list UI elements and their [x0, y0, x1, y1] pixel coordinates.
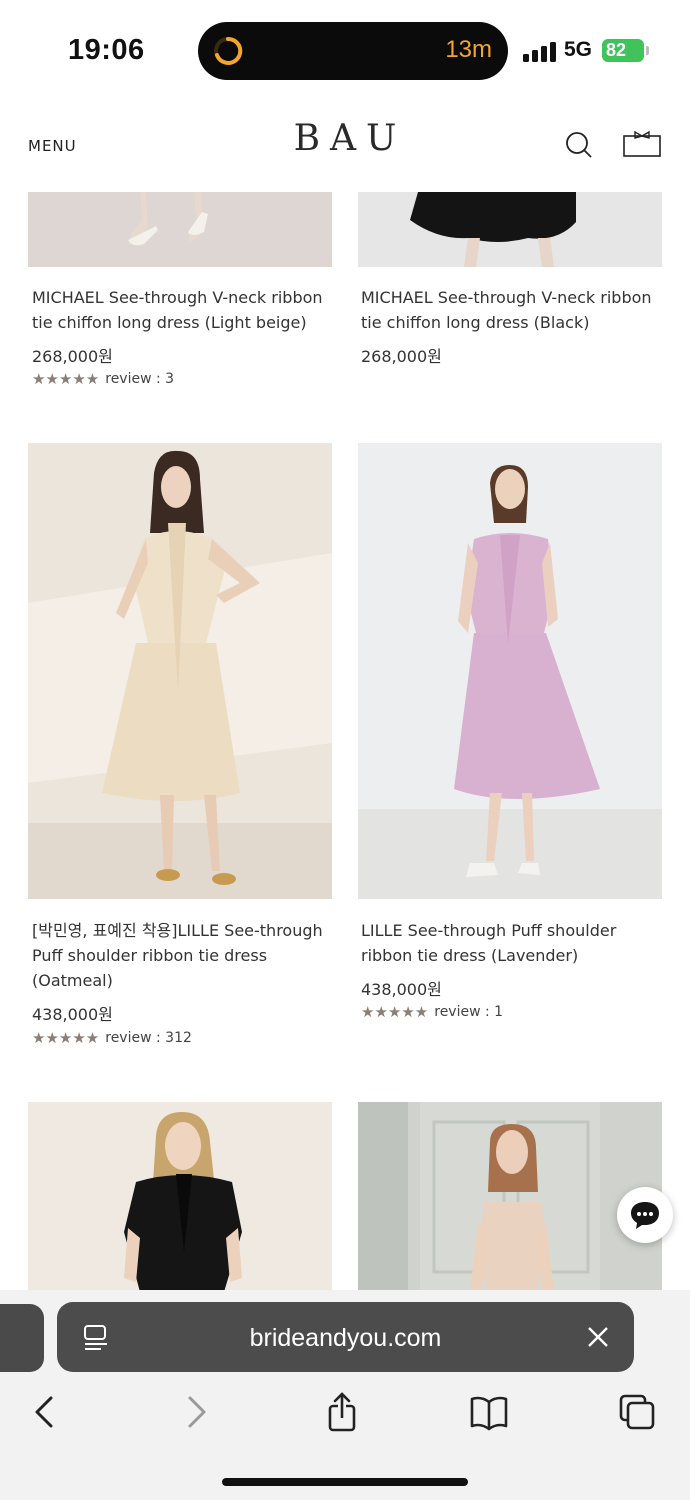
dress-photo — [28, 443, 332, 899]
chat-button[interactable] — [617, 1187, 673, 1243]
product-price: 438,000원 — [32, 1005, 113, 1024]
product-price: 268,000원 — [361, 347, 442, 366]
search-icon[interactable] — [564, 130, 594, 160]
close-icon[interactable] — [587, 1326, 609, 1348]
rating-stars: ★★★★★ — [32, 370, 100, 388]
dress-photo — [358, 192, 662, 267]
product-name[interactable]: MICHAEL See-through V-neck ribbon tie ch… — [32, 285, 328, 335]
product-image[interactable] — [358, 443, 662, 899]
battery-icon: 82 — [602, 39, 644, 62]
share-icon[interactable] — [322, 1392, 362, 1432]
previous-tab[interactable] — [0, 1304, 44, 1372]
book-icon[interactable] — [469, 1392, 509, 1432]
cellular-signal-icon — [523, 40, 557, 62]
product-image[interactable] — [28, 1102, 332, 1292]
product-name[interactable]: LILLE See-through Puff shoulder ribbon t… — [361, 918, 657, 968]
product-image[interactable] — [358, 192, 662, 267]
dress-photo — [358, 443, 662, 899]
chevron-left-icon[interactable] — [25, 1392, 65, 1432]
network-type: 5G — [564, 38, 593, 61]
url-text[interactable]: brideandyou.com — [57, 1324, 634, 1353]
product-rating: ★★★★★ review : 1 — [361, 1003, 503, 1021]
rating-stars: ★★★★★ — [32, 1029, 100, 1047]
dress-photo — [28, 1102, 332, 1292]
rating-stars: ★★★★★ — [361, 1003, 429, 1021]
tabs-icon[interactable] — [617, 1392, 657, 1432]
status-time: 19:06 — [68, 34, 145, 66]
status-bar: 19:06 13m 5G 82 — [0, 0, 690, 100]
review-count: review : 312 — [105, 1030, 192, 1046]
product-name[interactable]: MICHAEL See-through V-neck ribbon tie ch… — [361, 285, 657, 335]
browser-toolbar: brideandyou.com — [0, 1290, 690, 1500]
site-header: MENU BAU — [0, 100, 690, 192]
battery-level: 82 — [606, 40, 627, 60]
product-grid: MICHAEL See-through V-neck ribbon tie ch… — [0, 192, 690, 1292]
product-price: 268,000원 — [32, 347, 113, 366]
product-rating: ★★★★★ review : 312 — [32, 1029, 192, 1047]
product-image[interactable] — [28, 443, 332, 899]
product-image[interactable] — [28, 192, 332, 267]
product-name[interactable]: [박민영, 표예진 착용]LILLE See-through Puff shou… — [32, 918, 328, 993]
activity-timer: 13m — [445, 36, 492, 63]
product-price: 438,000원 — [361, 980, 442, 999]
timer-ring-icon — [214, 36, 243, 65]
chevron-right-icon[interactable] — [176, 1392, 216, 1432]
product-rating: ★★★★★ review : 3 — [32, 370, 174, 388]
address-bar[interactable]: brideandyou.com — [57, 1302, 634, 1372]
chat-bubble-icon — [631, 1202, 659, 1229]
battery-tip — [646, 46, 649, 55]
home-indicator[interactable] — [222, 1478, 468, 1486]
dress-photo — [28, 192, 332, 267]
dynamic-island[interactable]: 13m — [198, 22, 508, 80]
shopping-bag-icon[interactable] — [622, 130, 662, 158]
review-count: review : 3 — [105, 371, 175, 387]
review-count: review : 1 — [434, 1004, 504, 1020]
